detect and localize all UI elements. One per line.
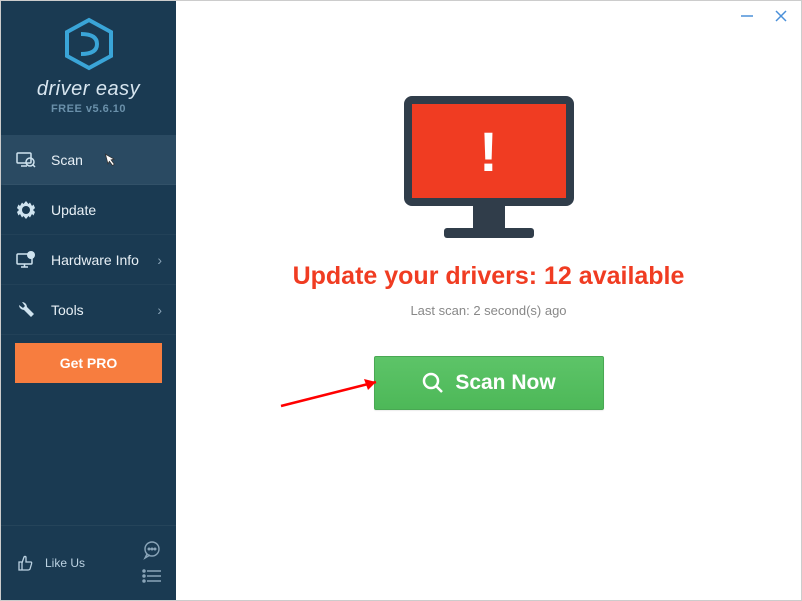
nav-label: Update: [51, 202, 96, 218]
titlebar: [737, 1, 801, 31]
chevron-right-icon: ›: [157, 252, 162, 268]
exclamation-icon: !: [479, 119, 498, 184]
nav-label: Hardware Info: [51, 252, 139, 268]
scan-icon: [15, 149, 37, 171]
nav: Scan Update: [1, 135, 176, 525]
chevron-right-icon: ›: [157, 302, 162, 318]
like-icon[interactable]: [15, 553, 35, 573]
like-us-label[interactable]: Like Us: [45, 556, 85, 570]
last-scan-label: Last scan: 2 second(s) ago: [410, 303, 566, 318]
monitor-stand: [473, 206, 505, 228]
feedback-icon[interactable]: [142, 540, 162, 560]
nav-item-scan[interactable]: Scan: [1, 135, 176, 185]
footer-right: [142, 540, 162, 586]
scan-now-label: Scan Now: [455, 371, 555, 395]
get-pro-label: Get PRO: [60, 355, 118, 371]
nav-label: Tools: [51, 302, 84, 318]
headline: Update your drivers: 12 available: [293, 262, 685, 291]
tools-icon: [15, 299, 37, 321]
nav-label: Scan: [51, 152, 83, 168]
magnify-icon: [421, 371, 445, 395]
app-window: driver easy FREE v5.6.10 Scan: [0, 0, 802, 601]
get-pro-button[interactable]: Get PRO: [15, 343, 162, 383]
nav-item-update[interactable]: Update: [1, 185, 176, 235]
sidebar-footer: Like Us: [1, 525, 176, 600]
hardware-icon: i: [15, 249, 37, 271]
main-content: ! Update your drivers: 12 available Last…: [176, 1, 801, 600]
nav-item-hardware[interactable]: i Hardware Info ›: [1, 235, 176, 285]
menu-icon[interactable]: [142, 566, 162, 586]
close-button[interactable]: [771, 6, 791, 26]
nav-item-tools[interactable]: Tools ›: [1, 285, 176, 335]
logo-icon: [61, 16, 117, 72]
logo-area: driver easy FREE v5.6.10: [1, 1, 176, 125]
version-label: FREE v5.6.10: [51, 103, 126, 115]
arrow-annotation: [276, 376, 396, 421]
minimize-button[interactable]: [737, 6, 757, 26]
alert-monitor-graphic: !: [404, 96, 574, 238]
monitor-screen: !: [404, 96, 574, 206]
update-icon: [15, 199, 37, 221]
brand-name: driver easy: [37, 78, 140, 101]
sidebar: driver easy FREE v5.6.10 Scan: [1, 1, 176, 600]
monitor-base: [444, 228, 534, 238]
scan-now-button[interactable]: Scan Now: [374, 356, 604, 410]
cursor-icon: [99, 149, 123, 178]
